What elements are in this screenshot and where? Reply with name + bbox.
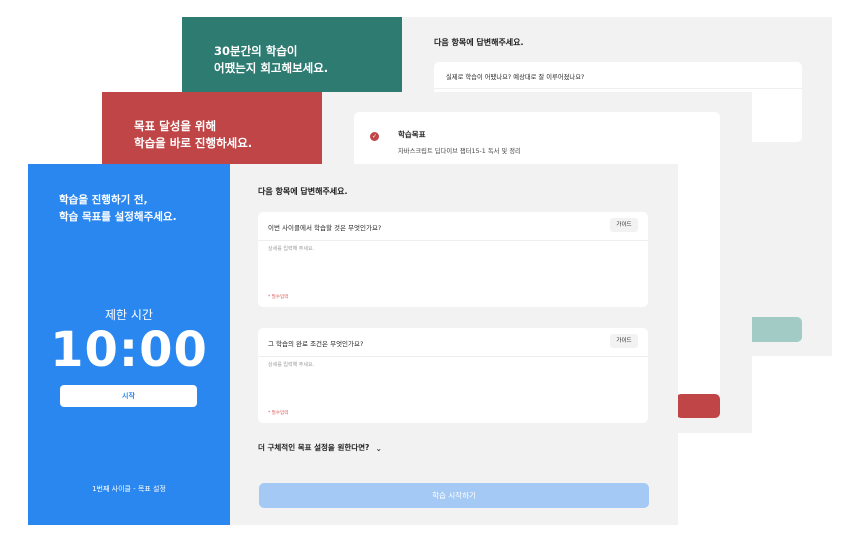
- question-text: 이번 사이클에서 학습할 것은 무엇인가요?: [268, 224, 382, 232]
- cycle-info: 1번째 사이클 - 목표 설정: [92, 485, 166, 493]
- guide-button[interactable]: 가이드: [610, 218, 638, 232]
- retrospective-title-line1: 30분간의 학습이: [214, 44, 298, 58]
- chevron-down-icon: ⌄: [375, 444, 383, 453]
- divider: [258, 240, 648, 241]
- study-progress-button[interactable]: [676, 394, 720, 418]
- retrospective-title-line2: 어땠는지 회고해보세요.: [214, 61, 329, 75]
- goal-setting-sidebar-title: 학습을 진행하기 전, 학습 목표를 설정해주세요.: [59, 192, 177, 226]
- study-progress-title-line1: 목표 달성을 위해: [134, 119, 217, 133]
- goal-main-question: 다음 항목에 답변해주세요.: [258, 187, 348, 196]
- required-hint: * 필수입력: [268, 295, 289, 300]
- required-hint: * 필수입력: [268, 411, 289, 416]
- question-box-what-to-learn: 이번 사이클에서 학습할 것은 무엇인가요? 가이드 * 필수입력: [258, 212, 648, 307]
- detailed-goal-toggle-label: 더 구체적인 목표 설정을 원한다면?: [258, 443, 370, 452]
- retrospective-main-question: 다음 항목에 답변해주세요.: [434, 38, 524, 47]
- start-study-button[interactable]: 학습 시작하기: [259, 483, 649, 508]
- answer-input[interactable]: [268, 245, 638, 285]
- question-box-completion-condition: 그 학습의 완료 조건은 무엇인가요? 가이드 * 필수입력: [258, 328, 648, 423]
- study-goal-value: 자바스크립트 딥다이브 챕터15-1 독서 및 정리: [398, 148, 521, 155]
- detailed-goal-toggle[interactable]: 더 구체적인 목표 설정을 원한다면? ⌄: [258, 442, 382, 453]
- time-limit-label: 제한 시간: [105, 308, 153, 322]
- retrospective-question-text: 실제로 학습이 어땠나요? 예상대로 잘 이루어졌나요?: [446, 74, 585, 81]
- study-progress-sidebar-title: 목표 달성을 위해 학습을 바로 진행하세요.: [134, 118, 252, 152]
- retrospective-submit-button[interactable]: [746, 317, 802, 342]
- divider: [434, 88, 802, 89]
- retrospective-sidebar-title: 30분간의 학습이 어땠는지 회고해보세요.: [214, 43, 328, 77]
- study-goal-label: 학습목표: [398, 130, 426, 139]
- guide-button[interactable]: 가이드: [610, 334, 638, 348]
- goal-setting-title-line2: 학습 목표를 설정해주세요.: [59, 211, 177, 223]
- check-circle-icon: ✓: [370, 132, 379, 141]
- divider: [258, 356, 648, 357]
- goal-setting-title-line1: 학습을 진행하기 전,: [59, 194, 148, 206]
- timer-start-button[interactable]: 시작: [60, 385, 197, 407]
- question-text: 그 학습의 완료 조건은 무엇인가요?: [268, 340, 364, 348]
- timer-display: 10:00: [50, 322, 208, 378]
- study-progress-title-line2: 학습을 바로 진행하세요.: [134, 136, 253, 150]
- answer-input[interactable]: [268, 361, 638, 401]
- goal-setting-sidebar: 학습을 진행하기 전, 학습 목표를 설정해주세요. 제한 시간 10:00 시…: [28, 164, 230, 525]
- goal-setting-card: 학습을 진행하기 전, 학습 목표를 설정해주세요. 제한 시간 10:00 시…: [28, 164, 678, 525]
